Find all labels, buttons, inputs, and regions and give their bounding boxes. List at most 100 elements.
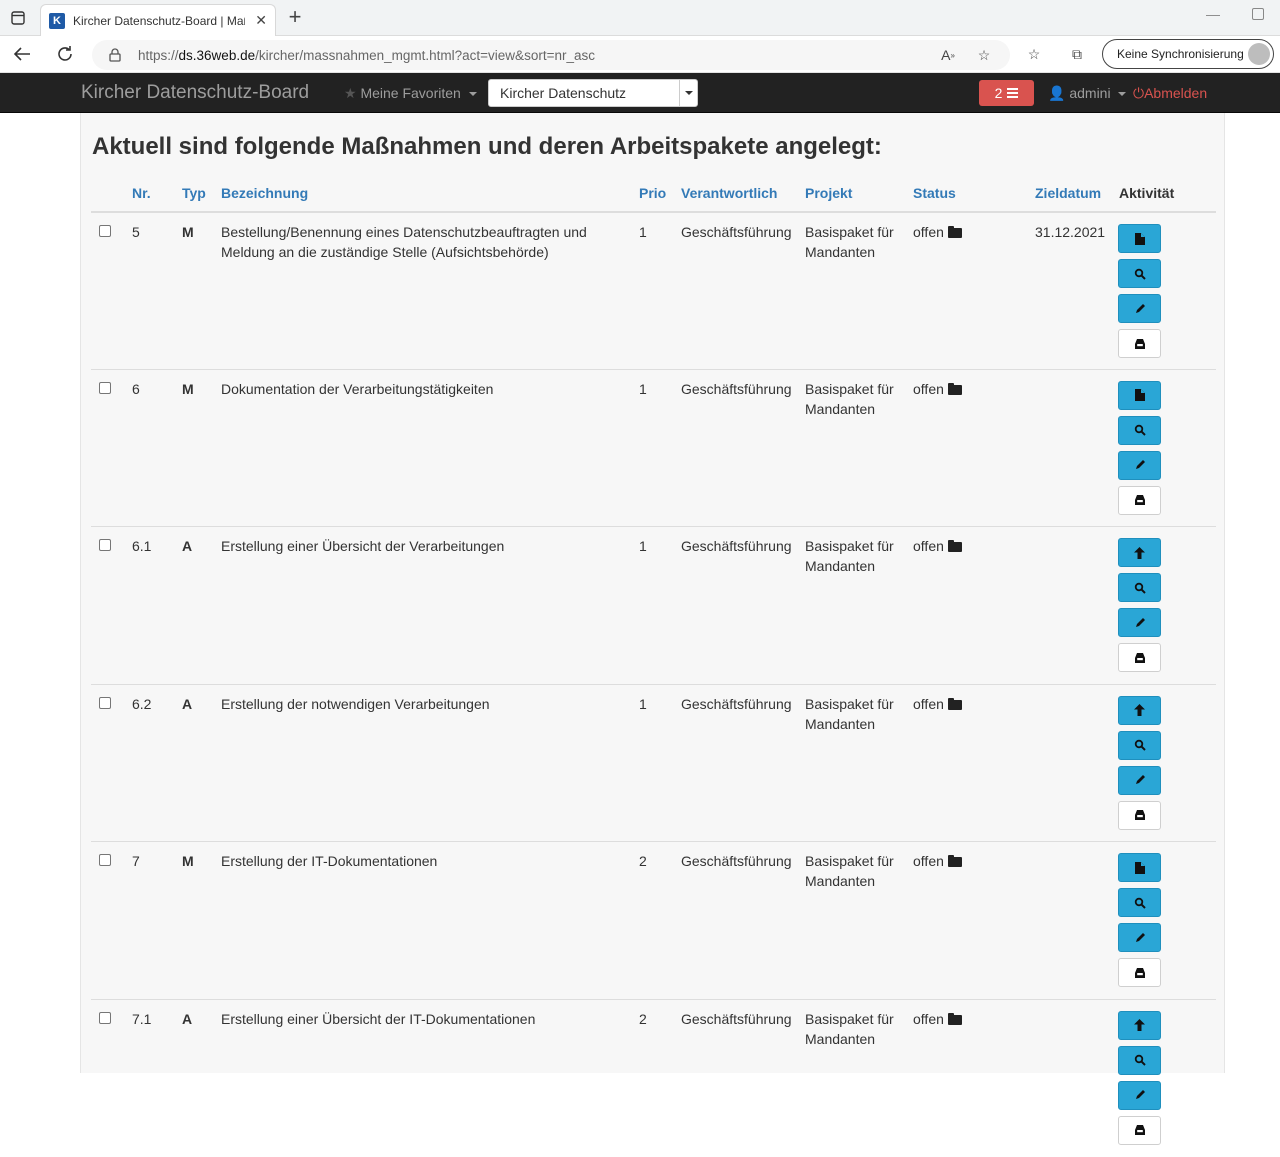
app-navbar: Kircher Datenschutz-Board ★ Meine Favori… bbox=[0, 73, 1280, 113]
row-checkbox[interactable] bbox=[99, 381, 111, 394]
url-scheme: https:// bbox=[138, 47, 179, 63]
arrow-up-icon bbox=[1134, 546, 1145, 559]
sort-header-status[interactable]: Status bbox=[913, 185, 956, 201]
projekt-line-2: Mandanten bbox=[805, 873, 876, 889]
url-host: ds.36web.de bbox=[178, 47, 256, 63]
view-button[interactable] bbox=[1118, 259, 1161, 288]
row-checkbox[interactable] bbox=[99, 854, 111, 866]
tab-title: Kircher Datenschutz-Board | Maßnahmen bbox=[73, 13, 245, 28]
projekt-line-1: Basispaket für bbox=[805, 538, 894, 554]
move-up-button[interactable] bbox=[1118, 695, 1161, 725]
brand-link[interactable]: Kircher Datenschutz-Board bbox=[81, 82, 309, 104]
archive-button[interactable] bbox=[1118, 329, 1161, 358]
cell-projekt: Basispaket für Mandanten bbox=[805, 536, 894, 576]
folder-open-icon[interactable] bbox=[947, 226, 962, 238]
bezeichnung-line-1: Dokumentation der Verarbeitungstätigkeit… bbox=[221, 380, 494, 397]
cell-bezeichnung: Dokumentation der Verarbeitungstätigkeit… bbox=[221, 379, 621, 399]
favorites-dropdown[interactable]: ★ Meine Favoriten bbox=[344, 85, 477, 102]
cell-projekt: Basispaket für Mandanten bbox=[805, 222, 894, 262]
logout-link[interactable]: ⏻Abmelden bbox=[1133, 85, 1207, 102]
window-maximize-icon[interactable] bbox=[1252, 8, 1264, 20]
edit-button[interactable] bbox=[1118, 450, 1161, 480]
projekt-line-2: Mandanten bbox=[805, 400, 876, 417]
tab-close-icon[interactable]: ✕ bbox=[255, 12, 267, 29]
sync-button[interactable]: Keine Synchronisierung bbox=[1102, 39, 1274, 69]
file-icon bbox=[1134, 232, 1145, 245]
view-button[interactable] bbox=[1118, 730, 1161, 760]
view-button[interactable] bbox=[1118, 888, 1161, 917]
inbox-icon bbox=[1134, 967, 1145, 978]
archive-button[interactable] bbox=[1118, 485, 1161, 515]
move-up-button[interactable] bbox=[1118, 538, 1161, 567]
reload-icon[interactable] bbox=[54, 43, 76, 65]
view-button[interactable] bbox=[1118, 415, 1161, 445]
notification-badge-button[interactable]: 2 bbox=[979, 80, 1034, 106]
archive-button[interactable] bbox=[1118, 1115, 1161, 1145]
cell-projekt: Basispaket für Mandanten bbox=[805, 1009, 894, 1049]
search-icon bbox=[1134, 582, 1146, 594]
table-row: 6.1 A Erstellung einer Übersicht der Ver… bbox=[91, 526, 1216, 684]
projekt-line-1: Basispaket für bbox=[805, 853, 894, 869]
url-field[interactable]: https://ds.36web.de/kircher/massnahmen_m… bbox=[92, 40, 1010, 70]
back-arrow-icon[interactable] bbox=[11, 43, 33, 65]
collections-icon[interactable]: ⧉ bbox=[1067, 44, 1087, 64]
row-checkbox[interactable] bbox=[99, 539, 111, 551]
row-checkbox[interactable] bbox=[99, 696, 111, 709]
edit-button[interactable] bbox=[1118, 923, 1161, 952]
sort-header-nr[interactable]: Nr. bbox=[132, 185, 151, 201]
caret-down-icon bbox=[468, 92, 477, 97]
table-row: 6.2 A Erstellung der notwendigen Verarbe… bbox=[91, 683, 1216, 842]
folder-open-icon[interactable] bbox=[947, 697, 962, 710]
bezeichnung-line-1: Bestellung/Benennung eines Datenschutzbe… bbox=[221, 224, 587, 240]
folder-open-icon[interactable] bbox=[947, 1012, 962, 1025]
cell-status: offen bbox=[913, 694, 962, 714]
archive-button[interactable] bbox=[1118, 800, 1161, 830]
folder-open-icon[interactable] bbox=[947, 855, 962, 867]
caret-down-icon bbox=[1118, 92, 1127, 97]
document-button[interactable] bbox=[1118, 853, 1161, 882]
archive-button[interactable] bbox=[1118, 643, 1161, 672]
row-checkbox[interactable] bbox=[99, 225, 111, 237]
browser-tab-active[interactable]: K Kircher Datenschutz-Board | Maßnahmen … bbox=[40, 4, 276, 36]
search-icon bbox=[1134, 739, 1146, 751]
new-tab-icon[interactable]: + bbox=[284, 6, 306, 30]
status-text: offen bbox=[913, 695, 944, 712]
view-button[interactable] bbox=[1118, 1045, 1161, 1075]
tab-actions-icon[interactable] bbox=[8, 8, 28, 28]
view-button[interactable] bbox=[1118, 573, 1161, 602]
document-button[interactable] bbox=[1118, 380, 1161, 410]
cell-typ: A bbox=[182, 1010, 193, 1027]
cell-verantwortlich: Geschäftsführung bbox=[681, 1010, 792, 1027]
sort-header-verantwortlich[interactable]: Verantwortlich bbox=[681, 185, 777, 201]
sort-header-typ[interactable]: Typ bbox=[182, 185, 206, 201]
edit-button[interactable] bbox=[1118, 765, 1161, 795]
document-button[interactable] bbox=[1118, 224, 1161, 253]
cell-verantwortlich: Geschäftsführung bbox=[681, 695, 792, 712]
window-minimize-icon[interactable]: — bbox=[1206, 6, 1222, 22]
cell-zieldatum: 31.12.2021 bbox=[1035, 224, 1106, 240]
cell-prio: 2 bbox=[639, 853, 647, 869]
folder-open-icon[interactable] bbox=[947, 382, 962, 395]
sort-header-prio[interactable]: Prio bbox=[639, 185, 666, 201]
row-checkbox[interactable] bbox=[99, 1011, 111, 1024]
edit-button[interactable] bbox=[1118, 1080, 1161, 1110]
cell-prio: 1 bbox=[639, 380, 647, 397]
move-up-button[interactable] bbox=[1118, 1010, 1161, 1040]
sort-header-zieldatum[interactable]: Zieldatum bbox=[1035, 185, 1101, 201]
edit-button[interactable] bbox=[1118, 294, 1161, 323]
project-select[interactable]: Kircher Datenschutz bbox=[488, 79, 698, 107]
table-row: 7 M Erstellung der IT-Dokumentationen 2 … bbox=[91, 841, 1216, 999]
site-favicon-icon: K bbox=[49, 12, 65, 29]
cell-typ: A bbox=[182, 538, 193, 554]
favorites-icon[interactable]: ☆ bbox=[1024, 44, 1044, 64]
read-aloud-icon[interactable]: A» bbox=[938, 45, 958, 65]
pencil-icon bbox=[1135, 617, 1145, 627]
user-dropdown[interactable]: 👤 admini bbox=[1048, 85, 1127, 102]
folder-open-icon[interactable] bbox=[947, 540, 962, 552]
sort-header-bezeichnung[interactable]: Bezeichnung bbox=[221, 185, 308, 201]
edit-button[interactable] bbox=[1118, 608, 1161, 637]
add-favorite-icon[interactable]: ☆ bbox=[974, 45, 994, 65]
archive-button[interactable] bbox=[1118, 958, 1161, 987]
sort-header-projekt[interactable]: Projekt bbox=[805, 185, 852, 201]
inbox-icon bbox=[1134, 338, 1145, 349]
